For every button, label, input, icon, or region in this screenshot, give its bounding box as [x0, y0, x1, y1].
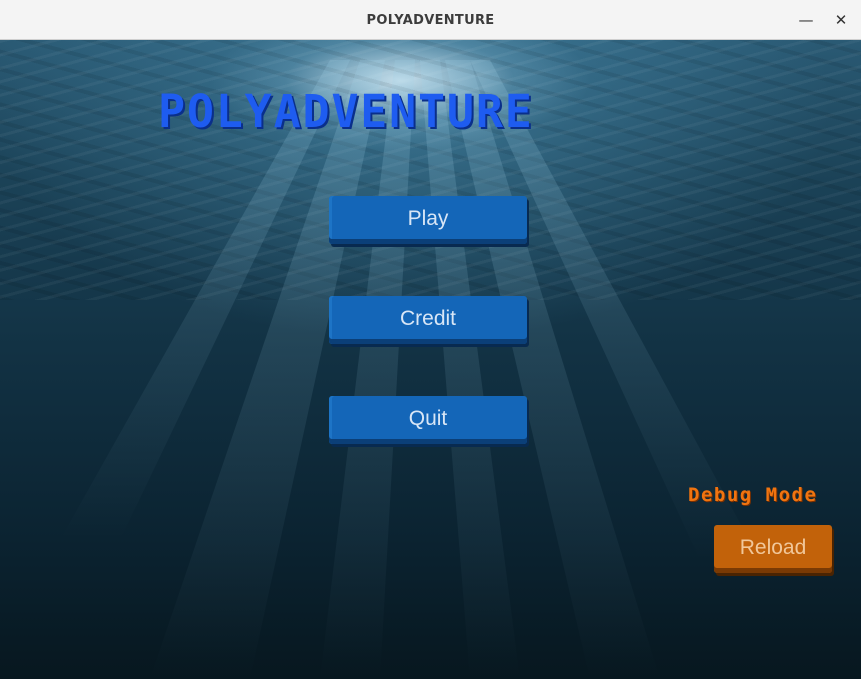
game-logo: POLYADVENTURE — [158, 85, 534, 138]
play-button[interactable]: Play — [329, 196, 527, 244]
window-title: POLYADVENTURE — [366, 13, 495, 28]
quit-button[interactable]: Quit — [329, 396, 527, 444]
game-viewport[interactable]: POLYADVENTURE Play Credit Quit Debug Mod… — [0, 40, 861, 679]
close-button[interactable]: ✕ — [829, 8, 853, 32]
debug-mode-label: Debug Mode — [688, 484, 818, 506]
window-titlebar[interactable]: POLYADVENTURE — ✕ — [0, 0, 861, 40]
credit-button[interactable]: Credit — [329, 296, 527, 344]
app-window: POLYADVENTURE — ✕ POLYADVENTURE Play Cre… — [0, 0, 861, 679]
minimize-button[interactable]: — — [794, 8, 818, 32]
reload-button[interactable]: Reload — [714, 525, 832, 573]
close-icon: ✕ — [834, 11, 848, 29]
minimize-icon: — — [798, 11, 814, 29]
